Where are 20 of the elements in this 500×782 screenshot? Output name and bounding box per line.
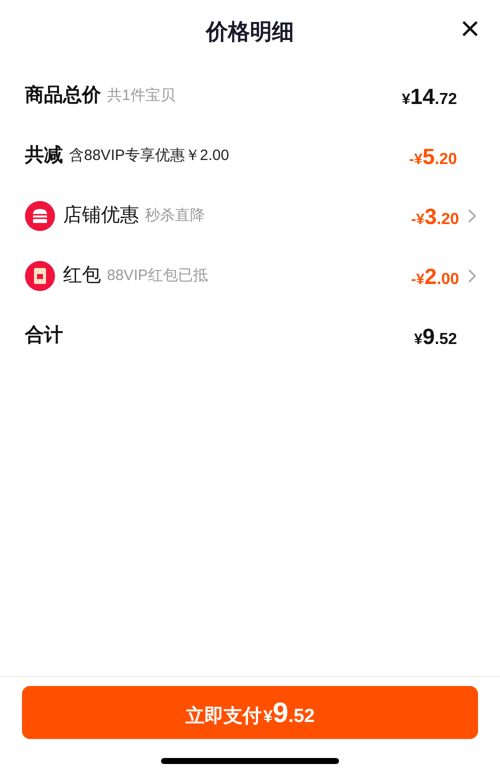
envelope-icon: [25, 261, 55, 291]
price: ¥9.52: [414, 322, 457, 350]
row-label: 商品总价: [25, 84, 101, 108]
price: -¥2.00: [411, 262, 459, 290]
row-label: 红包: [63, 264, 101, 288]
row-note: 88VIP红包已抵: [107, 266, 208, 286]
row-note: 秒杀直降: [145, 206, 205, 226]
chevron-right-icon[interactable]: [467, 268, 477, 284]
price: -¥3.20: [411, 202, 459, 230]
price: ¥14.72: [402, 82, 457, 110]
close-button[interactable]: ×: [460, 12, 480, 46]
shop-icon: [25, 201, 55, 231]
row-label: 合计: [25, 324, 63, 348]
chevron-right-icon[interactable]: [467, 208, 477, 224]
row-note: 共1件宝贝: [107, 86, 176, 106]
row-label: 共减: [25, 144, 63, 168]
row-label: 店铺优惠: [63, 204, 139, 228]
price: -¥5.20: [409, 142, 457, 170]
sheet-title: 价格明细: [206, 18, 294, 46]
row-note: 含88VIP专享优惠￥2.00: [69, 146, 230, 166]
